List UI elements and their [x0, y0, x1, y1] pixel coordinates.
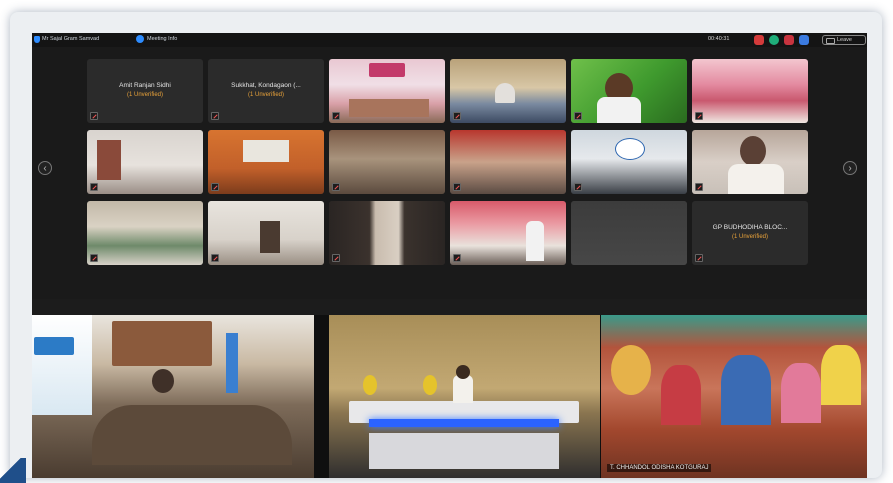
next-page-button[interactable]: › [843, 161, 857, 175]
mic-muted-icon [332, 112, 340, 120]
participant-video[interactable] [329, 130, 445, 194]
leave-button[interactable]: Leave [822, 35, 866, 45]
meeting-timer: 00:40:31 [708, 36, 730, 42]
mic-muted-icon [211, 254, 219, 262]
participant-video[interactable] [87, 201, 203, 265]
participant-status: (1 Unverified) [247, 92, 284, 98]
info-icon[interactable] [136, 35, 144, 43]
mic-muted-icon [332, 183, 340, 191]
meeting-info-link[interactable]: Meeting Info [147, 36, 177, 42]
participant-tile[interactable]: GP BUDHODIHA BLOC... (1 Unverified) [692, 201, 808, 265]
title-bar: Mr Sajal Gram Samvad Meeting Info 00:40:… [32, 33, 867, 47]
mic-muted-icon [574, 183, 582, 191]
feed-women-gathering[interactable]: T. CHHANDOL ODISHA KOTGURAJ [601, 315, 867, 478]
mic-muted-icon [90, 183, 98, 191]
participant-tile[interactable]: Amit Ranjan Sidhi (1 Unverified) [87, 59, 203, 123]
participant-video[interactable] [450, 59, 566, 123]
mic-muted-icon [211, 112, 219, 120]
mic-muted-icon [695, 183, 703, 191]
participant-video[interactable] [450, 201, 566, 265]
participant-video[interactable] [692, 59, 808, 123]
participant-name: Sukkhat, Kondagaon (... [231, 82, 301, 89]
spotlight-feeds: T. CHHANDOL ODISHA KOTGURAJ [32, 315, 867, 478]
participant-name: GP BUDHODIHA BLOC... [712, 224, 788, 231]
participant-status: (1 Unverified) [731, 234, 768, 240]
participant-video[interactable] [208, 201, 324, 265]
feed-studio-desk[interactable] [329, 315, 600, 478]
record-icon[interactable] [754, 35, 764, 45]
mic-muted-icon [90, 254, 98, 262]
participant-video[interactable] [329, 59, 445, 123]
feed-ministry-conference[interactable] [32, 315, 314, 478]
mic-muted-icon [695, 112, 703, 120]
participant-video[interactable] [571, 59, 687, 123]
mic-muted-icon [453, 112, 461, 120]
prev-page-button[interactable]: ‹ [38, 161, 52, 175]
mic-muted-icon [90, 112, 98, 120]
participant-video[interactable] [571, 130, 687, 194]
participant-video[interactable] [692, 130, 808, 194]
mic-muted-icon [695, 254, 703, 262]
participant-video[interactable] [450, 130, 566, 194]
stop-video-icon[interactable] [784, 35, 794, 45]
participant-video[interactable] [87, 130, 203, 194]
shield-icon [34, 36, 40, 43]
video-conference-window: Mr Sajal Gram Samvad Meeting Info 00:40:… [32, 33, 867, 478]
gallery-view: ‹ › Amit Ranjan Sidhi (1 Unverified) Suk… [32, 47, 867, 299]
participant-video[interactable] [571, 201, 687, 265]
feed-participant-label: T. CHHANDOL ODISHA KOTGURAJ [607, 464, 712, 472]
participant-name: Amit Ranjan Sidhi [119, 82, 171, 89]
participant-tile[interactable]: Sukkhat, Kondagaon (... (1 Unverified) [208, 59, 324, 123]
participants-icon[interactable] [799, 35, 809, 45]
meeting-title: Mr Sajal Gram Samvad [42, 36, 100, 42]
leave-icon [826, 38, 835, 44]
participant-video[interactable] [329, 201, 445, 265]
participant-video[interactable] [208, 130, 324, 194]
mic-muted-icon [453, 183, 461, 191]
status-icon[interactable] [769, 35, 779, 45]
participant-status: (1 Unverified) [126, 92, 163, 98]
mic-muted-icon [211, 183, 219, 191]
corner-decoration [0, 458, 26, 483]
mic-muted-icon [332, 254, 340, 262]
mic-muted-icon [453, 254, 461, 262]
mic-muted-icon [574, 112, 582, 120]
